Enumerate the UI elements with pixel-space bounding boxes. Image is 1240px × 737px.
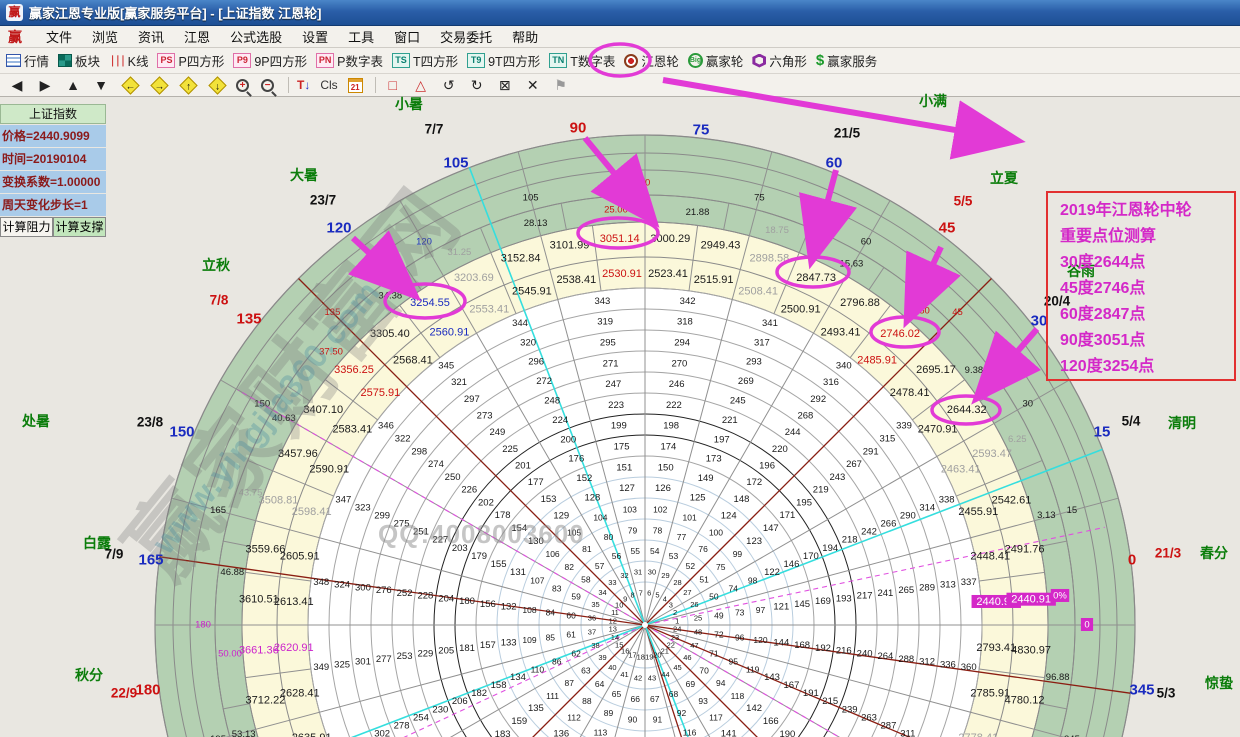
- toolbar-label: P四方形: [178, 51, 224, 70]
- diamond-right-icon[interactable]: →: [150, 76, 168, 94]
- toolbar-button-T数字表[interactable]: TNT数字表: [549, 51, 615, 70]
- nav-left-icon[interactable]: ◀: [8, 77, 26, 94]
- boxed-x-icon[interactable]: ⊠: [496, 77, 514, 94]
- panel-row-3: 周天变化步长=1: [0, 194, 106, 216]
- toolbar-label: T数字表: [570, 51, 615, 70]
- button-计算阻力[interactable]: 计算阻力: [0, 217, 53, 237]
- gann-wheel-icon: [624, 54, 638, 68]
- window-title: 赢家江恩专业版[赢家服务平台] - [上证指数 江恩轮]: [29, 3, 321, 22]
- winner-wheel-icon: Big: [688, 53, 703, 68]
- callout-line-5: 90度3051点: [1060, 328, 1234, 354]
- toolbar-label: 六角形: [769, 51, 807, 70]
- dollar-icon: $: [816, 52, 824, 69]
- toolbar-label: 赢家轮: [706, 51, 744, 70]
- menu-item-资讯[interactable]: 资讯: [128, 30, 174, 45]
- nav-up-icon[interactable]: ▲: [64, 77, 82, 93]
- zoom-in-icon[interactable]: +: [236, 79, 249, 92]
- ts-badge-icon: TS: [392, 53, 410, 68]
- toolbar-label: P数字表: [337, 51, 383, 70]
- toolbar-label: 板块: [75, 51, 100, 70]
- pin-icon[interactable]: ⚑: [552, 77, 570, 94]
- menu-item-窗口[interactable]: 窗口: [384, 30, 430, 45]
- callout-line-2: 30度2644点: [1060, 250, 1234, 276]
- rotate-cw-icon[interactable]: ↻: [468, 77, 486, 94]
- calendar-icon[interactable]: 21: [348, 78, 363, 93]
- menu-bar: 赢 文件浏览资讯江恩公式选股设置工具窗口交易委托帮助: [0, 26, 1240, 48]
- toolbar-button-T四方形[interactable]: TST四方形: [392, 51, 458, 70]
- fit-icon[interactable]: ✕: [524, 77, 542, 94]
- hexagon-icon: [752, 54, 766, 68]
- menu-item-文件[interactable]: 文件: [36, 30, 82, 45]
- callout-line-3: 45度2746点: [1060, 276, 1234, 302]
- title-bar: 赢 赢家江恩专业版[赢家服务平台] - [上证指数 江恩轮]: [0, 0, 1240, 26]
- p9-badge-icon: P9: [233, 53, 251, 68]
- diamond-left-icon[interactable]: ←: [121, 76, 139, 94]
- toolbar-button-K线[interactable]: ᛁᛁᛁK线: [109, 51, 148, 70]
- main-toolbar: 行情 板块 ᛁᛁᛁK线 PSP四方形 P99P四方形 PNP数字表 TST四方形 T99T四方…: [0, 48, 1240, 74]
- toolbar-label: 行情: [24, 51, 49, 70]
- callout-line-4: 60度2847点: [1060, 302, 1234, 328]
- square-icon[interactable]: □: [384, 77, 402, 93]
- annotation-callout-box: 2019年江恩轮中轮重要点位测算30度2644点45度2746点60度2847点…: [1046, 191, 1236, 381]
- rotate-ccw-icon[interactable]: ↺: [440, 77, 458, 94]
- toolbar-label: K线: [128, 51, 149, 70]
- toolbar-button-P数字表[interactable]: PNP数字表: [316, 51, 383, 70]
- toolbar-label: T四方形: [413, 51, 458, 70]
- toolbar-label: 9P四方形: [254, 51, 307, 70]
- parameter-panel: 上证指数 价格=2440.9099时间=20190104变换系数=1.00000…: [0, 104, 106, 237]
- zoom-out-icon[interactable]: −: [261, 79, 274, 92]
- menu-item-公式选股[interactable]: 公式选股: [220, 30, 292, 45]
- toolbar-label: 赢家服务: [827, 51, 877, 70]
- panel-row-0: 价格=2440.9099: [0, 125, 106, 147]
- toolbar-button-9P四方形[interactable]: P99P四方形: [233, 51, 307, 70]
- button-计算支撑[interactable]: 计算支撑: [53, 217, 106, 237]
- toolbar-button-赢家服务[interactable]: $赢家服务: [816, 51, 877, 70]
- pn-badge-icon: PN: [316, 53, 334, 68]
- tn-badge-icon: TN: [549, 53, 567, 68]
- market-grid-icon: [6, 54, 21, 67]
- toolbar-button-六角形[interactable]: 六角形: [752, 51, 807, 70]
- toolbar-button-江恩轮[interactable]: 江恩轮: [624, 51, 679, 70]
- drawing-toolbar: ◀ ▶ ▲ ▼ ← → ↑ ↓ +− T↓ Cls 21 □ △ ↺ ↻ ⊠ ✕ ⚑: [0, 74, 1240, 97]
- callout-line-1: 重要点位测算: [1060, 224, 1234, 250]
- main-area: 上证指数 价格=2440.9099时间=20190104变换系数=1.00000…: [0, 97, 1240, 737]
- blocks-icon: [58, 54, 72, 67]
- menu-item-浏览[interactable]: 浏览: [82, 30, 128, 45]
- callout-line-0: 2019年江恩轮中轮: [1060, 198, 1234, 224]
- toolbar-button-9T四方形[interactable]: T99T四方形: [467, 51, 540, 70]
- diamond-up-icon[interactable]: ↑: [179, 76, 197, 94]
- diamond-down-icon[interactable]: ↓: [208, 76, 226, 94]
- t9-badge-icon: T9: [467, 53, 485, 68]
- toolbar-separator: [375, 77, 376, 93]
- toolbar-button-板块[interactable]: 板块: [58, 51, 100, 70]
- menu-item-工具[interactable]: 工具: [338, 30, 384, 45]
- panel-row-1: 时间=20190104: [0, 148, 106, 170]
- menu-item-帮助[interactable]: 帮助: [502, 30, 548, 45]
- toolbar-label: 江恩轮: [641, 51, 679, 70]
- kline-icon: ᛁᛁᛁ: [109, 54, 125, 68]
- symbol-title: 上证指数: [0, 104, 106, 124]
- menu-item-江恩[interactable]: 江恩: [174, 30, 220, 45]
- t-updown-icon[interactable]: T↓: [297, 78, 310, 92]
- callout-line-6: 120度3254点: [1060, 354, 1234, 380]
- toolbar-separator: [288, 77, 289, 93]
- toolbar-button-行情[interactable]: 行情: [6, 51, 49, 70]
- toolbar-label: 9T四方形: [488, 51, 540, 70]
- triangle-icon[interactable]: △: [412, 77, 430, 94]
- toolbar-button-赢家轮[interactable]: Big赢家轮: [688, 51, 744, 70]
- menu-item-交易委托[interactable]: 交易委托: [430, 30, 502, 45]
- app-icon: 赢: [6, 4, 23, 21]
- ps-badge-icon: PS: [157, 53, 175, 68]
- nav-down-icon[interactable]: ▼: [92, 77, 110, 93]
- panel-row-2: 变换系数=1.00000: [0, 171, 106, 193]
- menu-logo-icon: 赢: [8, 27, 22, 47]
- toolbar-button-P四方形[interactable]: PSP四方形: [157, 51, 224, 70]
- menu-item-设置[interactable]: 设置: [292, 30, 338, 45]
- cls-icon[interactable]: Cls: [320, 78, 337, 92]
- nav-right-icon[interactable]: ▶: [36, 77, 54, 94]
